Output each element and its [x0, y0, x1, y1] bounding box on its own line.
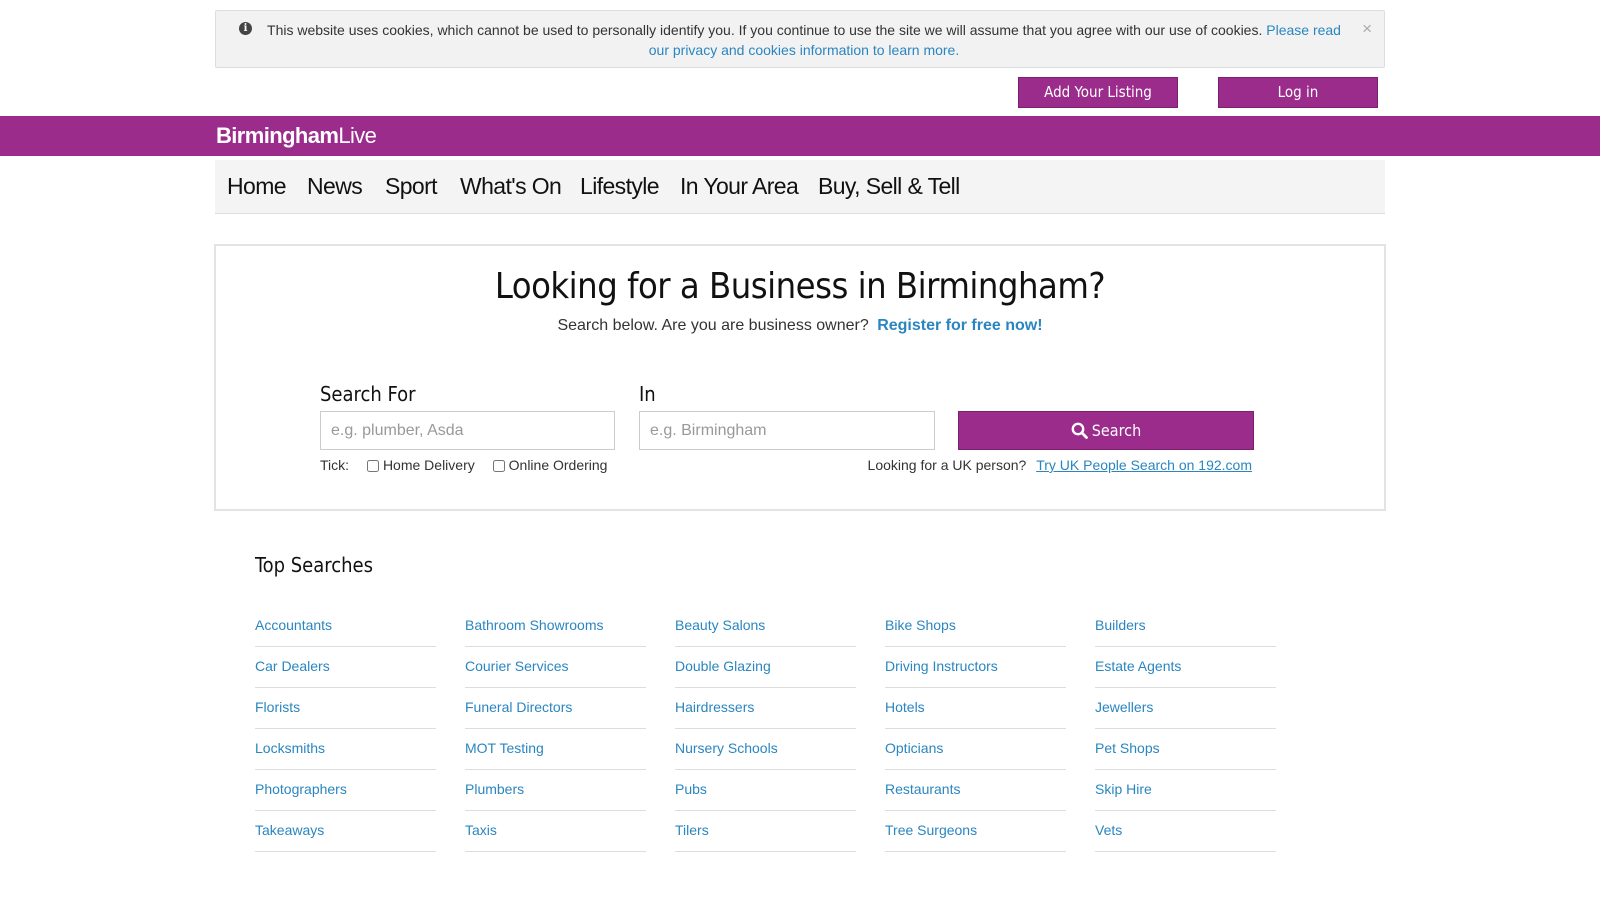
top-search-link[interactable]: Opticians	[885, 729, 1066, 770]
nav-item-in-your-area[interactable]: In Your Area	[680, 172, 799, 200]
top-search-link[interactable]: Nursery Schools	[675, 729, 856, 770]
top-search-link[interactable]: Courier Services	[465, 647, 646, 688]
cookie-banner: i This website uses cookies, which canno…	[215, 10, 1385, 68]
top-search-link[interactable]: Tree Surgeons	[885, 811, 1066, 852]
nav-item-news[interactable]: News	[307, 172, 363, 200]
search-subtitle: Search below. Are you are business owner…	[216, 316, 1384, 336]
top-search-link[interactable]: Hotels	[885, 688, 1066, 729]
top-search-link[interactable]: Bike Shops	[885, 606, 1066, 647]
top-search-link[interactable]: Restaurants	[885, 770, 1066, 811]
main-nav: Home News Sport What's On Lifestyle In Y…	[215, 160, 1385, 214]
top-searches-grid: Accountants Bathroom Showrooms Beauty Salo…	[255, 606, 1276, 852]
home-delivery-label: Home Delivery	[382, 457, 475, 473]
top-search-link[interactable]: Pet Shops	[1095, 729, 1276, 770]
people-search-row: Looking for a UK person? Try UK People S…	[868, 456, 1252, 474]
login-button[interactable]: Log in	[1218, 77, 1378, 108]
top-search-link[interactable]: Pubs	[675, 770, 856, 811]
page-title: Looking for a Business in Birmingham?	[494, 266, 1106, 307]
search-button[interactable]: Search	[958, 411, 1254, 450]
brand-bar: BirminghamLive	[0, 116, 1600, 156]
search-for-label: Search For	[320, 382, 416, 406]
search-icon	[1071, 422, 1088, 439]
top-search-link[interactable]: Funeral Directors	[465, 688, 646, 729]
nav-item-home[interactable]: Home	[227, 172, 287, 200]
subtitle-text: Search below. Are you are business owner…	[557, 317, 869, 334]
location-input[interactable]	[639, 411, 935, 450]
nav-item-sport[interactable]: Sport	[385, 172, 438, 200]
location-label: In	[639, 382, 656, 406]
info-icon: i	[239, 22, 252, 35]
top-search-link[interactable]: Tilers	[675, 811, 856, 852]
filter-options: Tick: Home Delivery Online Ordering	[320, 456, 607, 474]
top-search-link[interactable]: Hairdressers	[675, 688, 856, 729]
nav-item-whats-on[interactable]: What's On	[460, 172, 562, 200]
people-search-link[interactable]: Try UK People Search on 192.com	[1036, 457, 1252, 473]
people-search-prompt: Looking for a UK person?	[867, 457, 1027, 473]
nav-item-buy-sell-tell[interactable]: Buy, Sell & Tell	[818, 172, 960, 200]
top-search-link[interactable]: Vets	[1095, 811, 1276, 852]
top-search-link[interactable]: Beauty Salons	[675, 606, 856, 647]
top-search-link[interactable]: Locksmiths	[255, 729, 436, 770]
nav-item-lifestyle[interactable]: Lifestyle	[580, 172, 660, 200]
logo-part-2: Live	[338, 123, 377, 148]
top-search-link[interactable]: Double Glazing	[675, 647, 856, 688]
top-search-link[interactable]: Skip Hire	[1095, 770, 1276, 811]
top-search-link[interactable]: Driving Instructors	[885, 647, 1066, 688]
top-search-link[interactable]: Builders	[1095, 606, 1276, 647]
cookie-message: This website uses cookies, which cannot …	[264, 20, 1344, 60]
add-listing-button[interactable]: Add Your Listing	[1018, 77, 1178, 108]
top-search-link[interactable]: MOT Testing	[465, 729, 646, 770]
top-search-link[interactable]: Photographers	[255, 770, 436, 811]
search-for-input[interactable]	[320, 411, 615, 450]
register-link[interactable]: Register for free now!	[877, 317, 1042, 334]
top-search-link[interactable]: Taxis	[465, 811, 646, 852]
top-search-link[interactable]: Bathroom Showrooms	[465, 606, 646, 647]
site-logo[interactable]: BirminghamLive	[216, 122, 377, 150]
top-search-link[interactable]: Accountants	[255, 606, 436, 647]
top-search-link[interactable]: Estate Agents	[1095, 647, 1276, 688]
search-panel: Looking for a Business in Birmingham? Se…	[214, 244, 1386, 511]
online-ordering-checkbox[interactable]	[492, 460, 505, 473]
tick-label: Tick:	[320, 457, 350, 473]
home-delivery-checkbox[interactable]	[366, 460, 379, 473]
search-button-label: Search	[1091, 421, 1142, 440]
top-search-link[interactable]: Jewellers	[1095, 688, 1276, 729]
top-searches-title: Top Searches	[255, 553, 373, 577]
cookie-text: This website uses cookies, which cannot …	[267, 22, 1263, 38]
home-delivery-option[interactable]: Home Delivery	[366, 457, 475, 473]
top-search-link[interactable]: Florists	[255, 688, 436, 729]
top-search-link[interactable]: Plumbers	[465, 770, 646, 811]
logo-part-1: Birmingham	[216, 123, 339, 148]
top-search-link[interactable]: Takeaways	[255, 811, 436, 852]
top-search-link[interactable]: Car Dealers	[255, 647, 436, 688]
close-icon[interactable]: ×	[1362, 19, 1372, 39]
online-ordering-label: Online Ordering	[508, 457, 608, 473]
online-ordering-option[interactable]: Online Ordering	[492, 457, 608, 473]
